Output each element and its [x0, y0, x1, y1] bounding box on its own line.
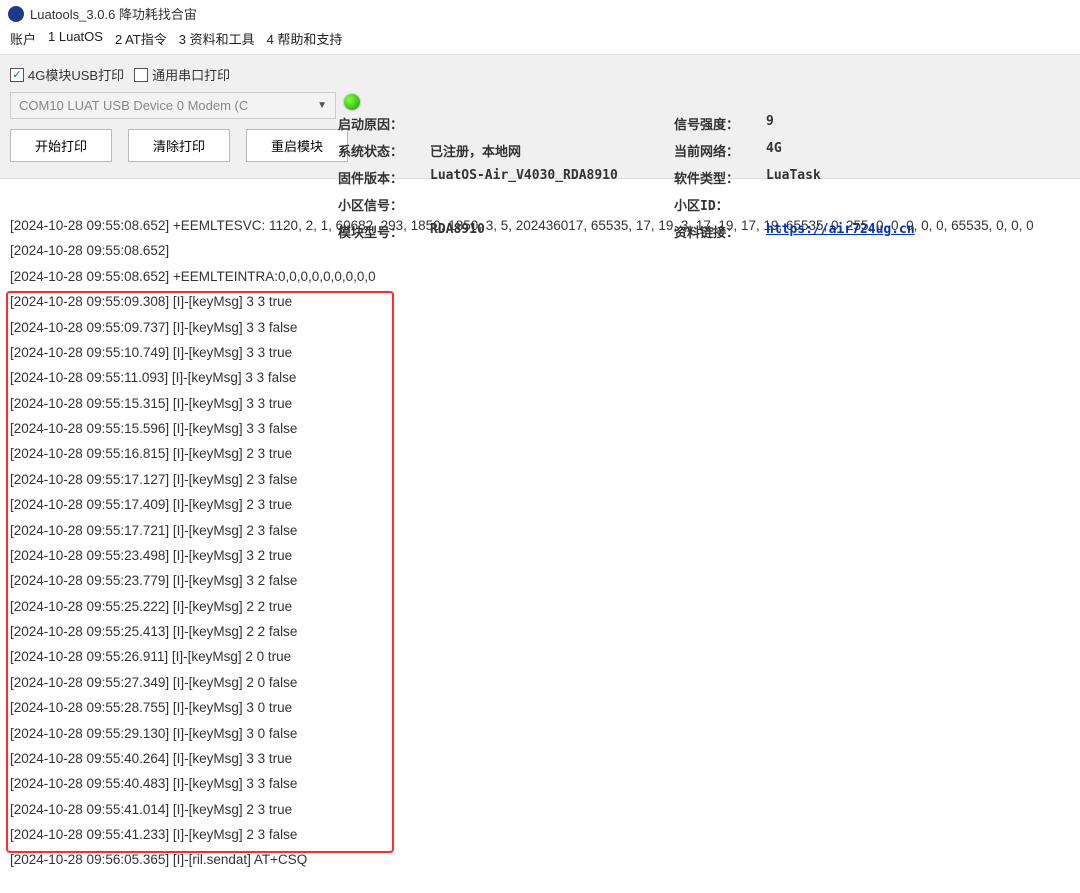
status-led-icon	[344, 94, 360, 110]
log-line: [2024-10-28 09:55:28.755] [I]-[keyMsg] 3…	[10, 695, 1070, 720]
log-line: [2024-10-28 09:55:10.749] [I]-[keyMsg] 3…	[10, 340, 1070, 365]
toolbar-wrap: 4G模块USB打印 通用串口打印 COM10 LUAT USB Device 0…	[0, 54, 1080, 179]
log-area[interactable]: [2024-10-28 09:55:08.652] +EEMLTESVC: 11…	[0, 207, 1080, 879]
value-signal: 9	[766, 114, 1006, 133]
clear-print-button[interactable]: 清除打印	[128, 129, 230, 162]
value-net: 4G	[766, 141, 1006, 160]
chevron-down-icon: ▼	[317, 100, 327, 111]
menu-account[interactable]: 账户	[10, 29, 36, 48]
label-sys: 系统状态：	[338, 141, 426, 160]
log-line: [2024-10-28 09:55:40.483] [I]-[keyMsg] 3…	[10, 771, 1070, 796]
checkbox-serial-label: 通用串口打印	[152, 65, 230, 84]
com-port-value: COM10 LUAT USB Device 0 Modem (C	[19, 98, 248, 113]
label-signal: 信号强度：	[674, 114, 762, 133]
menubar: 账户 1 LuatOS 2 AT指令 3 资料和工具 4 帮助和支持	[0, 27, 1080, 54]
app-icon	[8, 6, 24, 22]
log-line: [2024-10-28 09:55:08.652] +EEMLTESVC: 11…	[10, 213, 1070, 238]
log-line: [2024-10-28 09:55:23.779] [I]-[keyMsg] 3…	[10, 568, 1070, 593]
label-net: 当前网络：	[674, 141, 762, 160]
log-line: [2024-10-28 09:55:09.737] [I]-[keyMsg] 3…	[10, 315, 1070, 340]
log-line: [2024-10-28 09:55:17.127] [I]-[keyMsg] 2…	[10, 467, 1070, 492]
log-line: [2024-10-28 09:55:15.315] [I]-[keyMsg] 3…	[10, 391, 1070, 416]
log-line: [2024-10-28 09:55:25.222] [I]-[keyMsg] 2…	[10, 594, 1070, 619]
reboot-module-button[interactable]: 重启模块	[246, 129, 348, 162]
value-sys: 已注册，本地网	[430, 141, 670, 160]
value-fw: LuatOS-Air_V4030_RDA8910	[430, 168, 670, 187]
value-soft: LuaTask	[766, 168, 1006, 187]
log-line: [2024-10-28 09:55:40.264] [I]-[keyMsg] 3…	[10, 746, 1070, 771]
log-line: [2024-10-28 09:55:17.409] [I]-[keyMsg] 2…	[10, 492, 1070, 517]
value-boot	[430, 114, 670, 133]
log-line: [2024-10-28 09:55:41.014] [I]-[keyMsg] 2…	[10, 797, 1070, 822]
checkbox-usb-print[interactable]: 4G模块USB打印	[10, 65, 124, 84]
log-line: [2024-10-28 09:55:15.596] [I]-[keyMsg] 3…	[10, 416, 1070, 441]
checkbox-serial-print[interactable]: 通用串口打印	[134, 65, 230, 84]
log-line: [2024-10-28 09:55:16.815] [I]-[keyMsg] 2…	[10, 441, 1070, 466]
start-print-button[interactable]: 开始打印	[10, 129, 112, 162]
log-line: [2024-10-28 09:55:25.413] [I]-[keyMsg] 2…	[10, 619, 1070, 644]
check-icon	[10, 68, 24, 82]
label-fw: 固件版本：	[338, 168, 426, 187]
window-title: Luatools_3.0.6 降功耗找合宙	[30, 4, 197, 23]
log-line: [2024-10-28 09:55:08.652]	[10, 238, 1070, 263]
label-soft: 软件类型：	[674, 168, 762, 187]
menu-at[interactable]: 2 AT指令	[115, 29, 167, 48]
log-line: [2024-10-28 09:55:27.349] [I]-[keyMsg] 2…	[10, 670, 1070, 695]
uncheck-icon	[134, 68, 148, 82]
label-boot: 启动原因：	[338, 114, 426, 133]
log-line: [2024-10-28 09:55:23.498] [I]-[keyMsg] 3…	[10, 543, 1070, 568]
checkbox-usb-label: 4G模块USB打印	[28, 65, 124, 84]
log-line: [2024-10-28 09:55:11.093] [I]-[keyMsg] 3…	[10, 365, 1070, 390]
log-line: [2024-10-28 09:55:08.652] +EEMLTEINTRA:0…	[10, 264, 1070, 289]
log-line: [2024-10-28 09:55:41.233] [I]-[keyMsg] 2…	[10, 822, 1070, 847]
menu-help[interactable]: 4 帮助和支持	[267, 29, 343, 48]
log-line: [2024-10-28 09:55:26.911] [I]-[keyMsg] 2…	[10, 644, 1070, 669]
com-port-select[interactable]: COM10 LUAT USB Device 0 Modem (C ▼	[10, 92, 336, 119]
log-line: [2024-10-28 09:55:29.130] [I]-[keyMsg] 3…	[10, 721, 1070, 746]
log-line: [2024-10-28 09:56:05.365] [I]-[ril.senda…	[10, 847, 1070, 872]
log-line: [2024-10-28 09:55:17.721] [I]-[keyMsg] 2…	[10, 518, 1070, 543]
menu-luatos[interactable]: 1 LuatOS	[48, 29, 103, 48]
log-line: [2024-10-28 09:55:09.308] [I]-[keyMsg] 3…	[10, 289, 1070, 314]
titlebar: Luatools_3.0.6 降功耗找合宙	[0, 0, 1080, 27]
menu-docs[interactable]: 3 资料和工具	[179, 29, 255, 48]
